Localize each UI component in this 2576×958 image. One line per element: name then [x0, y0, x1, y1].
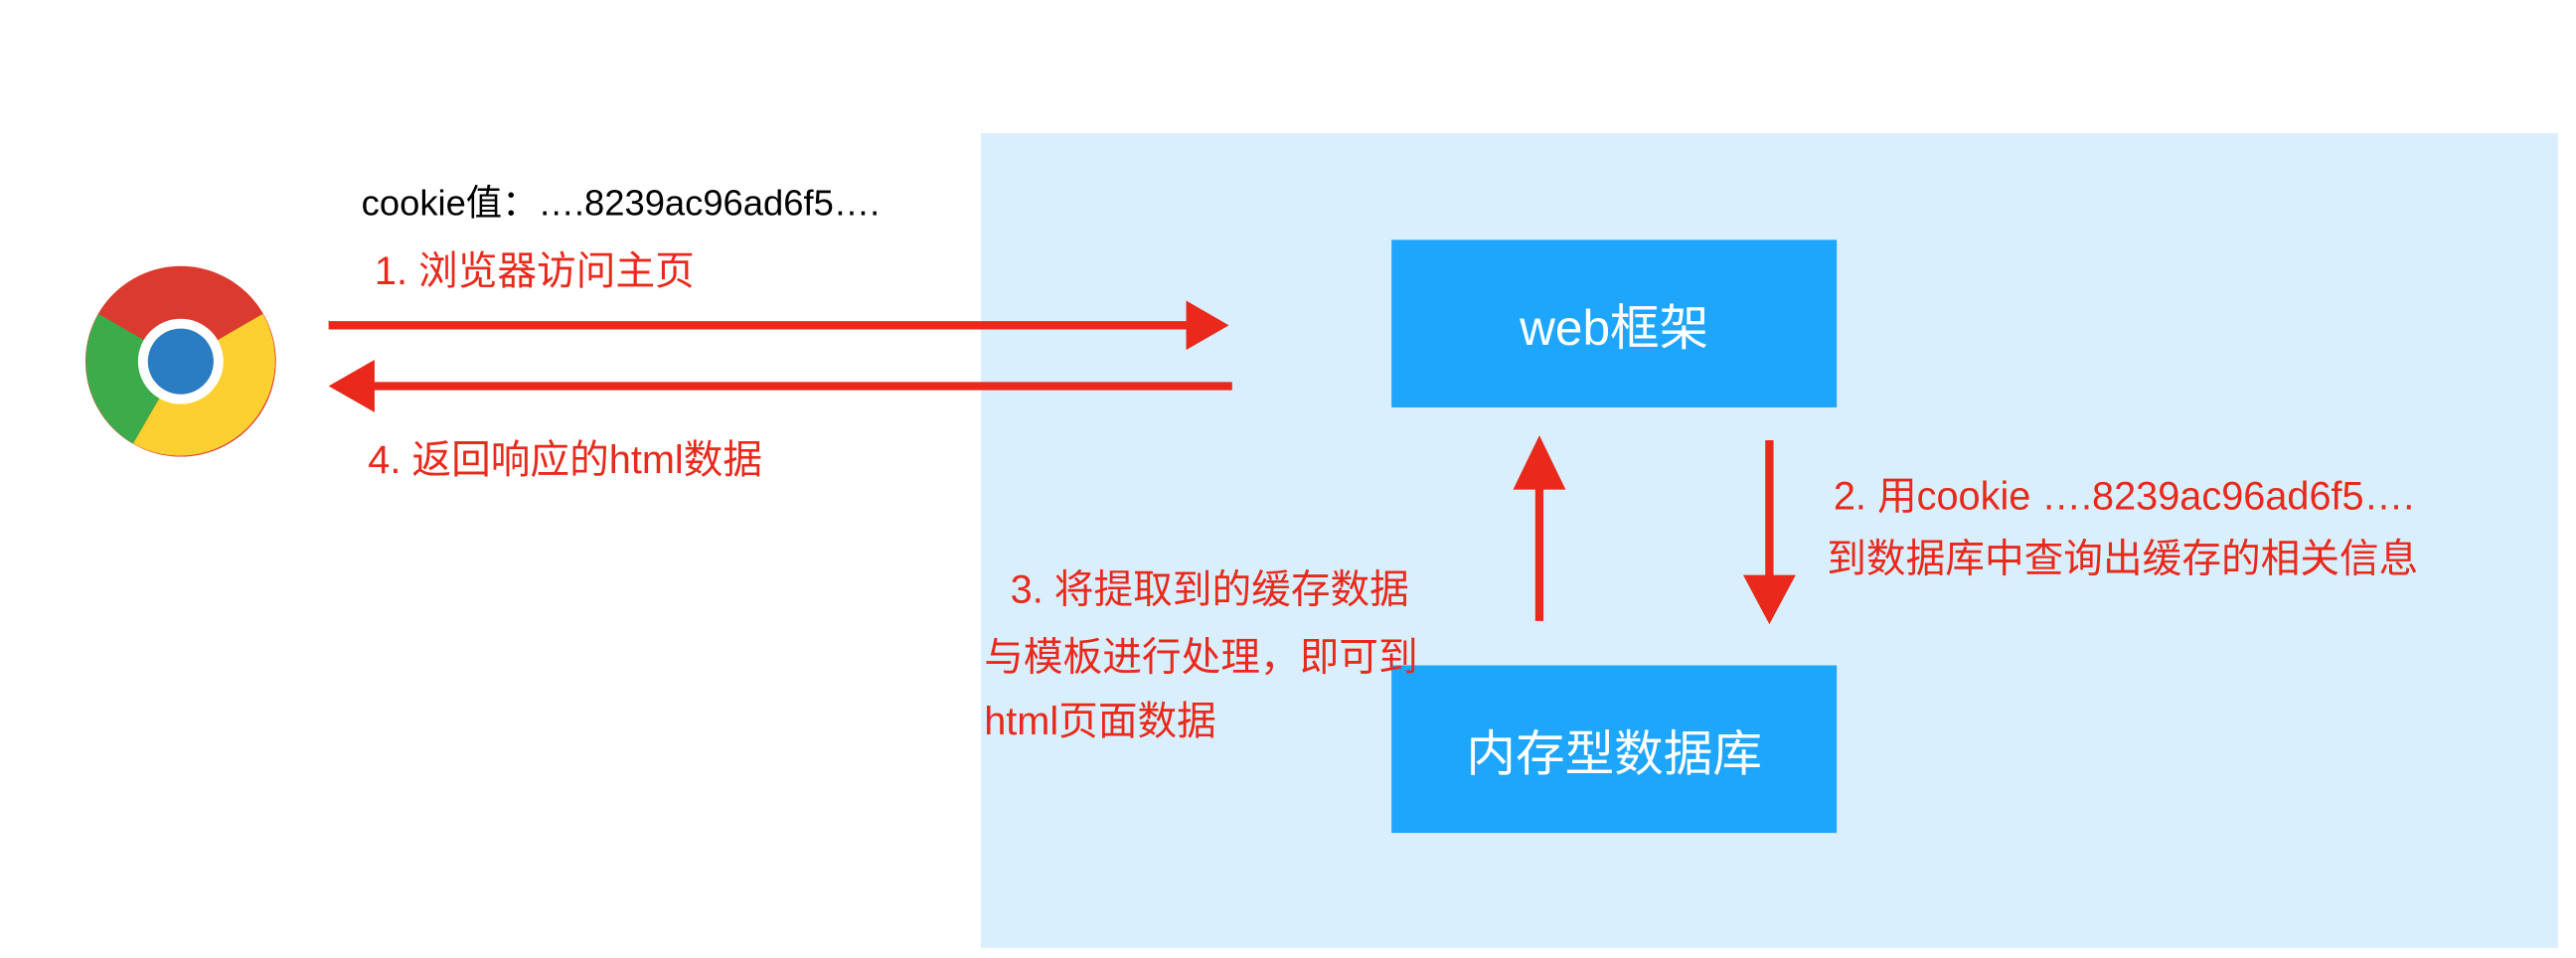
- step2-line1: 2. 用cookie ….8239ac96ad6f5….: [1833, 474, 2415, 520]
- arrow-head-up-icon: [1513, 435, 1566, 490]
- arrow-head-right-icon: [1186, 300, 1229, 351]
- step3-line3: html页面数据: [984, 700, 1216, 744]
- step3-line2: 与模板进行处理，即可到: [984, 635, 1418, 681]
- step3-line1: 3. 将提取到的缓存数据: [1010, 567, 1409, 613]
- web-framework-box: web框架: [1391, 240, 1838, 407]
- arrow-head-left-icon: [328, 360, 375, 412]
- diagram: cookie值：….8239ac96ad6f5…. 1. 浏览器访问主页 4. …: [0, 0, 2576, 958]
- memory-database-box: 内存型数据库: [1391, 665, 1838, 834]
- arrow-head-down-icon: [1742, 574, 1796, 625]
- step2-line2: 到数据库中查询出缓存的相关信息: [1827, 537, 2419, 582]
